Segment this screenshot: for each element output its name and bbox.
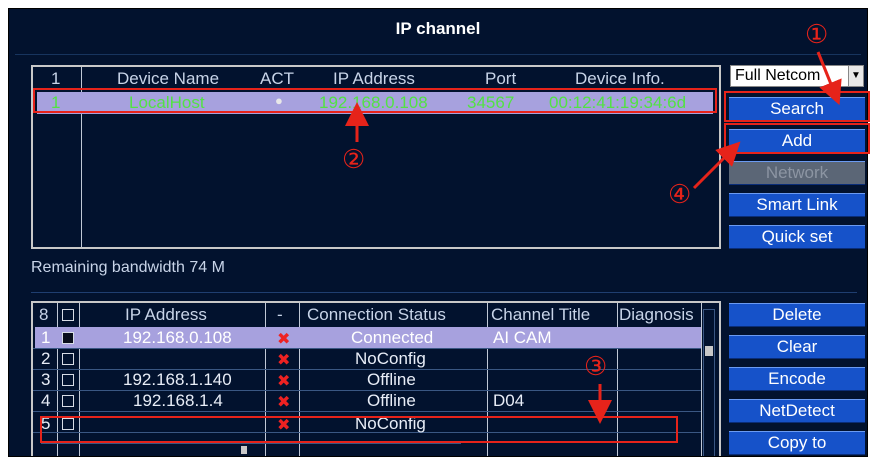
connection-status: Offline [367,391,416,410]
col-header-port[interactable]: Port [485,69,516,89]
col-header-dash: - [277,305,283,324]
callout-3: ③ [584,352,608,382]
horizontal-scrollbar[interactable] [41,443,461,456]
connection-status: NoConfig [355,349,426,368]
callout-1: ① [805,20,829,50]
channel-title: D04 [493,391,525,410]
network-button[interactable]: Network [729,161,865,185]
close-icon[interactable]: ✖ [277,392,290,412]
callout-2: ② [342,145,366,175]
column-divider [701,303,702,456]
row-number: 2 [41,349,51,368]
protocol-select-value: Full Netcom [735,67,821,84]
col-header-connection-status[interactable]: Connection Status [307,305,446,325]
row-checkbox[interactable] [62,353,74,365]
scrollbar-thumb[interactable] [705,346,713,356]
annotation-box-add [724,123,870,154]
protocol-select[interactable]: Full Netcom ▼ [730,65,864,87]
col-header-channel-title[interactable]: Channel Title [491,305,590,325]
ip-channel-window: IP channel 1 Device Name ACT IP Address … [8,8,868,457]
col-header-act[interactable]: ACT [260,69,294,89]
smart-link-button[interactable]: Smart Link [729,193,865,217]
connection-status: Offline [367,370,416,389]
row-checkbox[interactable] [62,395,74,407]
copy-to-button[interactable]: Copy to [729,431,865,455]
annotation-box-channel-row [40,416,678,443]
annotation-box-device-row [33,88,717,113]
row-checkbox[interactable] [62,374,74,386]
netdetect-button[interactable]: NetDetect [729,399,865,423]
callout-4: ④ [668,180,692,210]
window-title: IP channel [395,19,481,38]
chevron-down-icon[interactable]: ▼ [848,66,863,86]
delete-button[interactable]: Delete [729,303,865,327]
remaining-bandwidth: Remaining bandwidth 74 M [31,259,225,276]
scrollbar-thumb[interactable] [241,446,247,454]
vertical-scrollbar[interactable] [703,309,715,456]
row-checkbox[interactable] [62,332,74,344]
col-header-device-info[interactable]: Device Info. [575,69,665,89]
encode-button[interactable]: Encode [729,367,865,391]
channel-ip: 192.168.1.140 [123,370,232,389]
col-header-count: 1 [51,69,61,88]
row-number: 1 [41,328,51,347]
close-icon[interactable]: ✖ [277,371,290,391]
row-number: 3 [41,370,51,389]
select-all-checkbox[interactable] [62,309,74,321]
col-header-count: 8 [39,305,49,324]
channel-title: AI CAM [493,328,552,347]
connection-status: Connected [351,328,434,347]
section-divider [31,292,857,293]
close-icon[interactable]: ✖ [277,350,290,370]
annotation-box-search [724,91,870,122]
channel-ip: 192.168.0.108 [123,328,232,347]
row-number: 4 [41,391,51,410]
col-header-ip-address[interactable]: IP Address [125,305,207,325]
clear-button[interactable]: Clear [729,335,865,359]
col-header-diagnosis[interactable]: Diagnosis [619,305,699,325]
title-separator [15,54,861,55]
close-icon[interactable]: ✖ [277,329,290,349]
quick-set-button[interactable]: Quick set [729,225,865,249]
col-header-ip-address[interactable]: IP Address [333,69,415,89]
channel-ip: 192.168.1.4 [133,391,223,410]
row-divider [33,411,701,412]
col-header-device-name[interactable]: Device Name [117,69,219,89]
